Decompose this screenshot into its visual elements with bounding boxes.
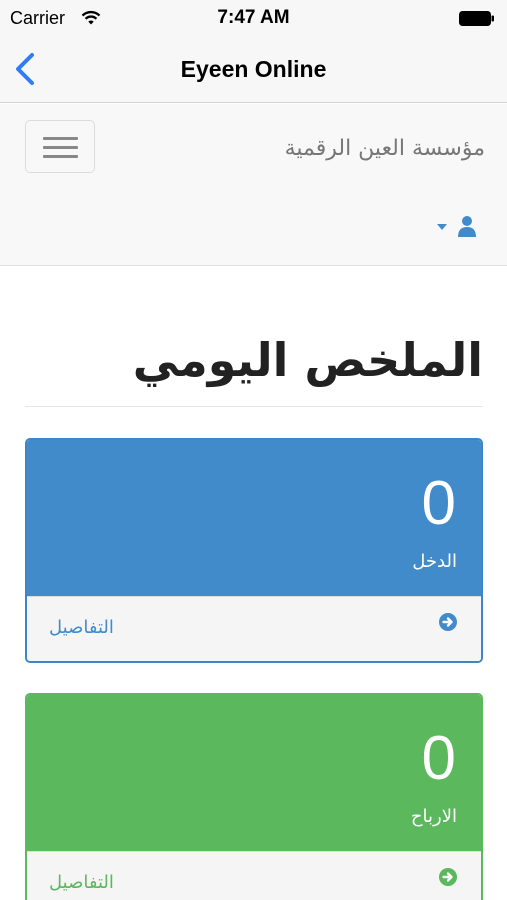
- site-header: مؤسسة العين الرقمية: [0, 104, 507, 266]
- user-icon: [458, 216, 476, 237]
- profits-value: 0: [421, 724, 456, 793]
- profits-label: الارباح: [410, 806, 457, 827]
- status-bar: Carrier 7:47 AM: [0, 0, 507, 37]
- menu-toggle-button[interactable]: [25, 120, 95, 173]
- profits-panel: 0 الارباح التفاصيل: [25, 693, 483, 900]
- income-panel-heading: 0 الدخل: [27, 440, 481, 596]
- income-value: 0: [421, 469, 456, 538]
- caret-down-icon: [437, 224, 447, 230]
- profits-details-label: التفاصيل: [49, 872, 114, 893]
- arrow-circle-right-icon: [439, 613, 457, 631]
- nav-title: Eyeen Online: [180, 56, 327, 82]
- income-label: الدخل: [412, 551, 457, 572]
- title-divider: [25, 406, 483, 407]
- income-panel: 0 الدخل التفاصيل: [25, 438, 483, 663]
- profits-details-link[interactable]: التفاصيل: [27, 851, 481, 900]
- clock: 7:47 AM: [217, 7, 290, 28]
- income-details-label: التفاصيل: [49, 617, 114, 638]
- navigation-bar: Eyeen Online: [0, 37, 507, 103]
- user-menu-dropdown[interactable]: [429, 215, 479, 239]
- profits-panel-heading: 0 الارباح: [27, 695, 481, 851]
- income-details-link[interactable]: التفاصيل: [27, 596, 481, 661]
- arrow-circle-right-icon: [439, 868, 457, 886]
- battery-icon: [459, 11, 494, 26]
- page-title: الملخص اليومي: [132, 333, 483, 387]
- brand-name[interactable]: مؤسسة العين الرقمية: [285, 136, 485, 161]
